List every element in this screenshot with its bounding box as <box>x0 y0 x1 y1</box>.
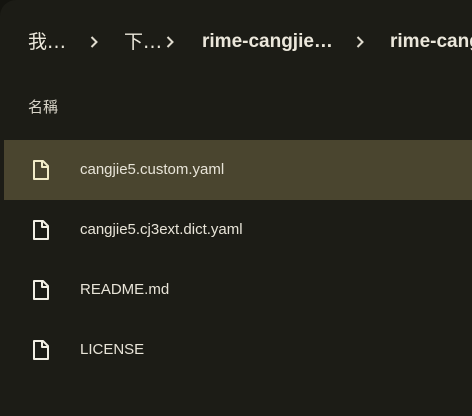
file-name: cangjie5.custom.yaml <box>80 161 225 178</box>
file-row-license[interactable]: LICENSE <box>4 320 472 380</box>
file-list: cangjie5.custom.yaml cangjie5.cj3ext.dic… <box>4 140 472 380</box>
file-name: cangjie5.cj3ext.dict.yaml <box>80 221 243 238</box>
breadcrumb-item-1[interactable]: 我… <box>28 30 66 54</box>
file-icon <box>33 280 49 300</box>
chevron-right-icon <box>166 36 174 48</box>
file-name: LICENSE <box>80 341 145 358</box>
file-icon <box>33 220 49 240</box>
chevron-right-icon <box>356 36 364 48</box>
file-row-cangjie5-custom[interactable]: cangjie5.custom.yaml <box>4 140 472 200</box>
file-name: README.md <box>80 281 170 298</box>
file-icon <box>33 340 49 360</box>
file-row-readme[interactable]: README.md <box>4 260 472 320</box>
column-header-name[interactable]: 名稱 <box>28 96 58 117</box>
file-browser-window: 我… 下… rime-cangjie… rime-cang 名稱 cangjie… <box>0 0 472 416</box>
breadcrumb-item-2[interactable]: 下… <box>124 30 162 54</box>
chevron-right-icon <box>90 36 98 48</box>
breadcrumb-item-3[interactable]: rime-cangjie… <box>202 30 333 54</box>
file-row-cangjie5-cj3ext[interactable]: cangjie5.cj3ext.dict.yaml <box>4 200 472 260</box>
breadcrumb: 我… 下… rime-cangjie… rime-cang <box>0 18 472 66</box>
breadcrumb-item-current[interactable]: rime-cang <box>390 30 472 54</box>
file-icon <box>33 160 49 180</box>
